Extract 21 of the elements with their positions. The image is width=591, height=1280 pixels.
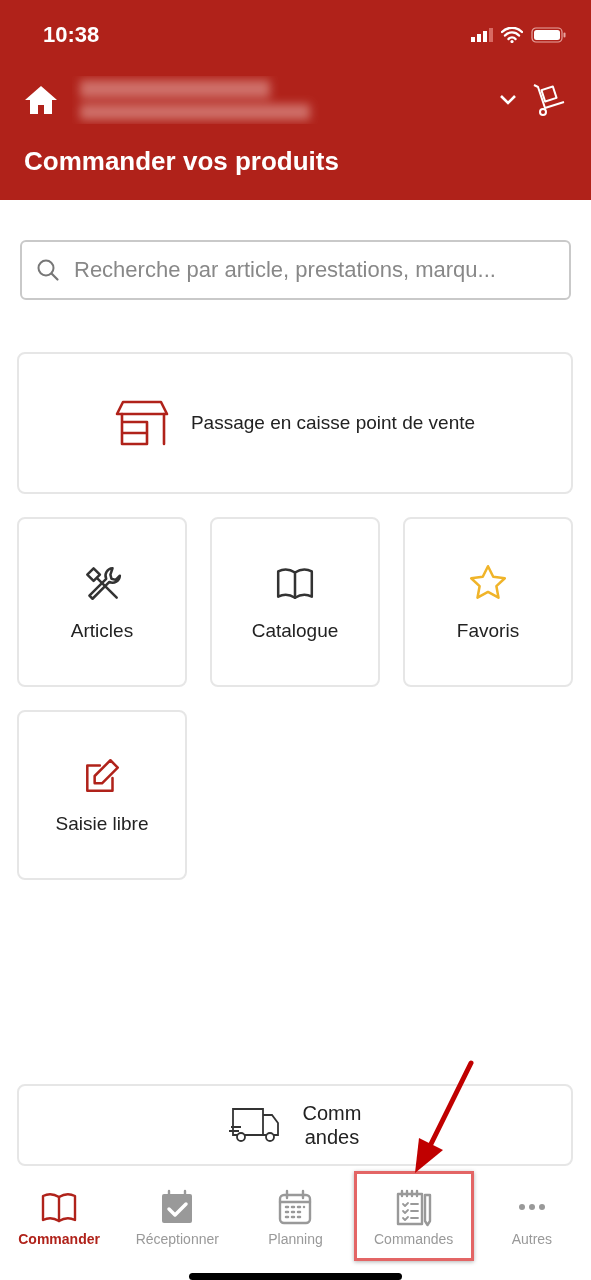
tile-card[interactable]: Articles: [17, 517, 187, 687]
status-time: 10:38: [43, 22, 100, 48]
signal-icon: [471, 28, 493, 42]
checkout-label: Passage en caisse point de vente: [190, 412, 476, 434]
tile-card[interactable]: Saisie libre: [17, 710, 187, 880]
tile-card[interactable]: Favoris: [403, 517, 573, 687]
home-icon[interactable]: [24, 85, 58, 115]
orders-button[interactable]: Commandes: [17, 1084, 573, 1166]
hand-truck-icon[interactable]: [531, 82, 567, 118]
delivery-truck-icon: [227, 1107, 281, 1143]
page-title: Commander vos produits: [24, 145, 340, 177]
battery-icon: [531, 27, 567, 43]
shop-icon: [114, 400, 171, 446]
search-field[interactable]: Recherche par article, prestations, marqu...: [20, 240, 571, 300]
chevron-down-icon[interactable]: [499, 94, 517, 106]
wifi-icon: [501, 27, 523, 43]
tile-card[interactable]: Catalogue: [210, 517, 380, 687]
orders-label: Commandes: [301, 1101, 363, 1149]
checkout-card[interactable]: Passage en caisse point de vente: [17, 352, 573, 494]
search-icon: [36, 258, 60, 282]
tab[interactable]: Commander: [0, 1174, 119, 1259]
